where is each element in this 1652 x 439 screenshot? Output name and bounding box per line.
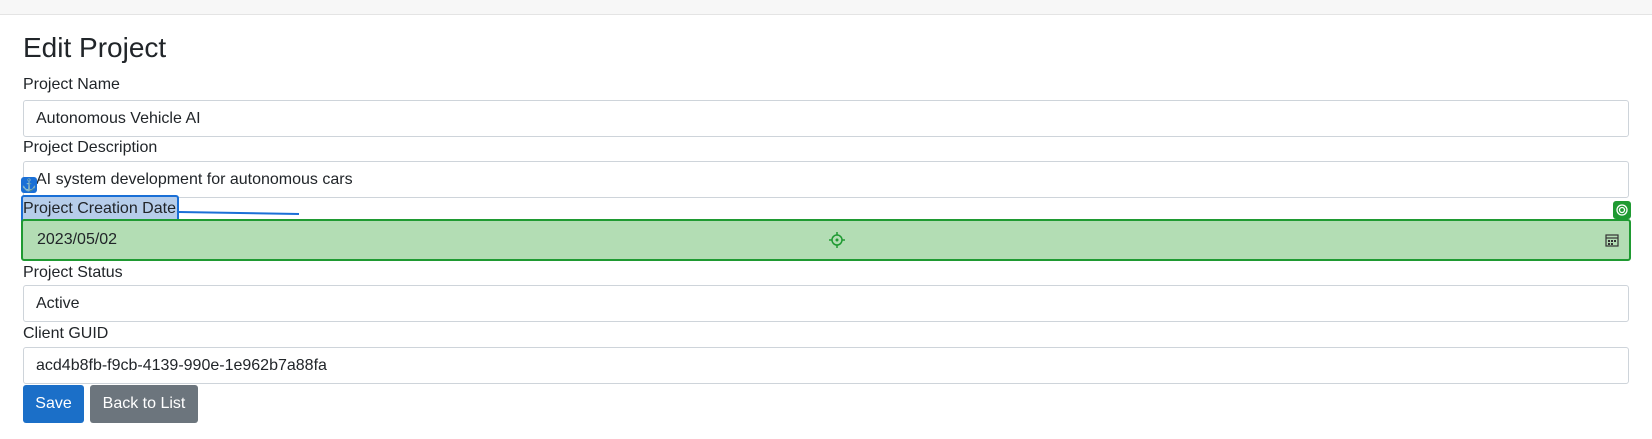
target-icon [1613, 201, 1631, 219]
page-title: Edit Project [23, 32, 167, 63]
client-guid-label: Client GUID [23, 325, 109, 342]
calendar-icon[interactable] [1605, 233, 1619, 247]
project-description-label: Project Description [23, 139, 158, 156]
top-bar [0, 0, 1652, 15]
project-creation-date-input[interactable]: 2023/05/02 [21, 219, 1631, 261]
project-description-input[interactable]: AI system development for autonomous car… [23, 161, 1629, 198]
connector-line [179, 211, 300, 215]
crosshair-icon [829, 232, 845, 248]
project-creation-date-label: Project Creation Date [23, 200, 176, 217]
project-status-label: Project Status [23, 264, 123, 281]
save-button[interactable]: Save [23, 385, 84, 423]
project-status-input[interactable]: Active [23, 285, 1629, 322]
client-guid-input[interactable]: acd4b8fb-f9cb-4139-990e-1e962b7a88fa [23, 347, 1629, 384]
project-name-input[interactable]: Autonomous Vehicle AI [23, 100, 1629, 137]
back-to-list-button[interactable]: Back to List [90, 385, 198, 423]
project-name-label: Project Name [23, 76, 120, 93]
anchor-icon: ⚓ [21, 177, 37, 193]
project-creation-date-value: 2023/05/02 [37, 231, 118, 248]
